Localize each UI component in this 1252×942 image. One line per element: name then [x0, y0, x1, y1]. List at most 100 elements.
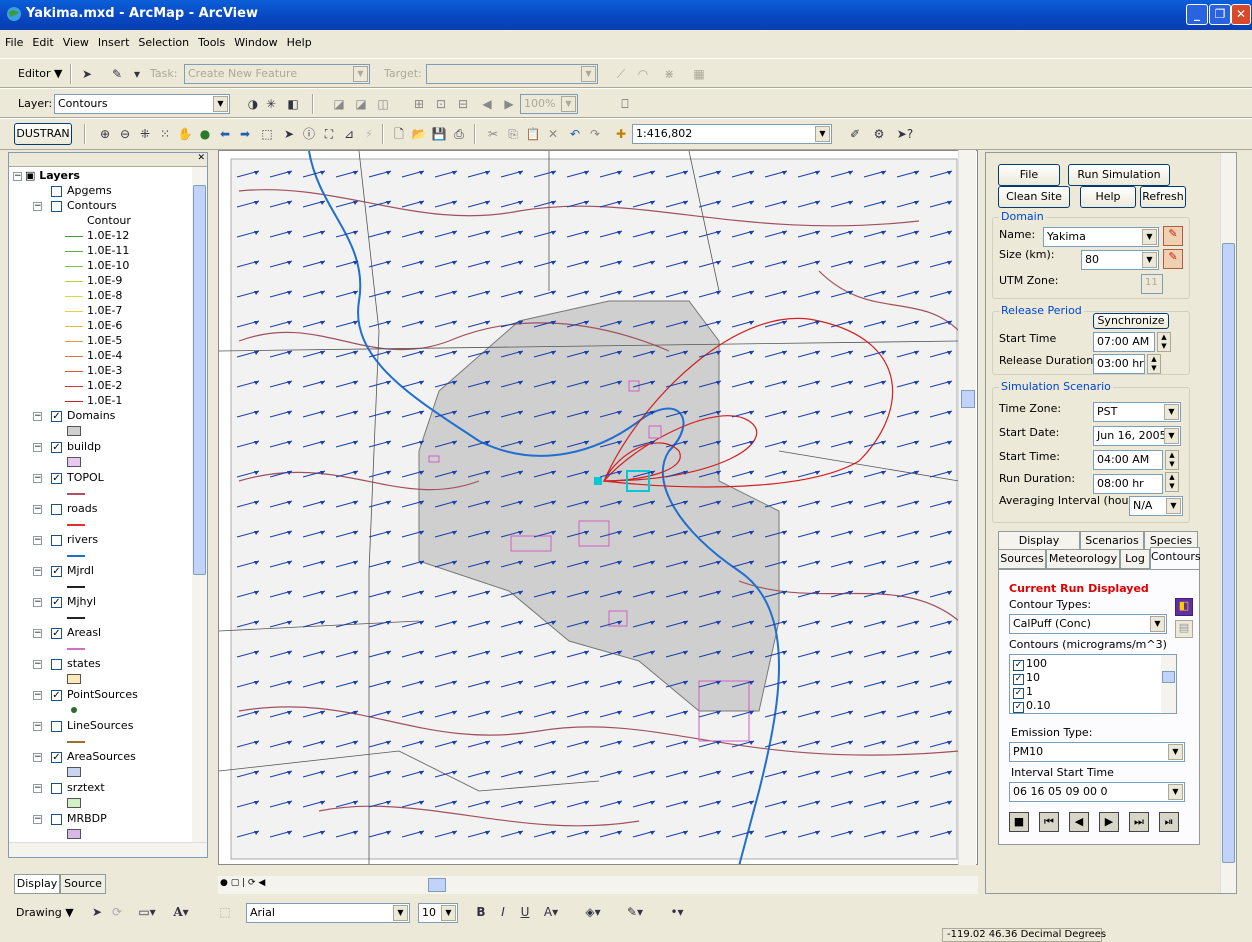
transparency-icon[interactable]: ◧: [284, 95, 302, 113]
layer-name[interactable]: LineSources: [67, 719, 133, 732]
collapse-icon[interactable]: −: [33, 784, 42, 793]
contour-level-item[interactable]: ✓ 10: [1013, 671, 1040, 685]
last-frame-icon[interactable]: ⏭: [1129, 812, 1149, 832]
fill-color-icon[interactable]: ◈▾: [584, 903, 602, 921]
redo-icon[interactable]: ↷: [586, 125, 604, 143]
full-extent-icon[interactable]: ●: [196, 125, 214, 143]
forward-icon[interactable]: ➡: [236, 125, 254, 143]
layer-checkbox[interactable]: [51, 814, 62, 825]
edit-domain-icon[interactable]: ✎: [1163, 226, 1183, 246]
contour-level-item[interactable]: ✓ 100: [1013, 657, 1047, 671]
new-icon[interactable]: 🗋: [390, 125, 408, 143]
layer-name[interactable]: MRBDP: [67, 812, 107, 825]
interval-start-combo[interactable]: 06 16 05 09 00 0 ▼: [1009, 782, 1185, 802]
layer-name[interactable]: Mjhyl: [67, 595, 96, 608]
source-point[interactable]: [594, 477, 602, 485]
copy-icon[interactable]: ⎘: [504, 125, 522, 143]
collapse-icon[interactable]: −: [33, 598, 42, 607]
menu-selection[interactable]: Selection: [133, 32, 193, 49]
tab-display[interactable]: Display: [14, 874, 60, 894]
measure-icon[interactable]: ⊿: [340, 125, 358, 143]
domain-size-combo[interactable]: 80 ▼: [1081, 250, 1159, 270]
collapse-icon[interactable]: −: [33, 412, 42, 421]
layer-name[interactable]: Contours: [67, 199, 117, 212]
pan-icon[interactable]: ✋: [176, 125, 194, 143]
scroll-thumb[interactable]: [961, 390, 975, 408]
layer-checkbox[interactable]: ✓: [51, 411, 62, 422]
georef-icon-5[interactable]: ⊡: [432, 95, 450, 113]
restore-button[interactable]: ❐: [1209, 4, 1231, 25]
release-duration-spinner[interactable]: ▲ ▼: [1147, 354, 1161, 374]
georef-icon-7[interactable]: ◀: [478, 95, 496, 113]
zoom-in-icon[interactable]: ⊕: [96, 125, 114, 143]
layer-name[interactable]: TOPOL: [67, 471, 104, 484]
layer-name[interactable]: Apgems: [67, 184, 112, 197]
layer-name[interactable]: PointSources: [67, 688, 138, 701]
line-color-icon[interactable]: ✎▾: [626, 903, 644, 921]
start-date-combo[interactable]: Jun 16, 2005 ▼: [1093, 426, 1181, 446]
drawing-menu[interactable]: Drawing ▼: [16, 906, 74, 919]
stop-icon[interactable]: ■: [1009, 812, 1029, 832]
contrast-icon[interactable]: ◑: [244, 95, 262, 113]
whats-this-icon[interactable]: ➤?: [896, 125, 914, 143]
edit-vertices-icon[interactable]: ⬚: [216, 903, 234, 921]
data-view-icon[interactable]: ● ▢ | ⟳ ◀: [220, 878, 265, 888]
layer-name[interactable]: roads: [67, 502, 97, 515]
arctoolbox-icon[interactable]: ⚙: [870, 125, 888, 143]
map-canvas[interactable]: [219, 151, 978, 865]
layer-name[interactable]: AreaSources: [67, 750, 136, 763]
tab-log[interactable]: Log: [1120, 549, 1150, 569]
layer-checkbox[interactable]: ✓: [51, 473, 62, 484]
dustran-button[interactable]: DUSTRAN: [14, 123, 72, 145]
layers-root[interactable]: ▣ Layers: [25, 169, 80, 182]
editor-toolbar-icon[interactable]: ✐: [846, 125, 864, 143]
scale-combo[interactable]: 1:416,802 ▼: [632, 124, 832, 144]
collapse-icon[interactable]: −: [33, 722, 42, 731]
select-elements-icon[interactable]: ➤: [88, 903, 106, 921]
collapse-icon[interactable]: −: [33, 629, 42, 638]
layer-checkbox[interactable]: [51, 783, 62, 794]
cut-icon[interactable]: ✂: [484, 125, 502, 143]
next-frame-icon[interactable]: ▶: [1099, 812, 1119, 832]
hyperlink-icon[interactable]: ⚡: [360, 125, 378, 143]
italic-icon[interactable]: I: [494, 903, 512, 921]
release-duration-field[interactable]: 03:00 hr: [1093, 354, 1145, 374]
layer-checkbox[interactable]: ✓: [51, 566, 62, 577]
paste-icon[interactable]: 📋: [524, 125, 542, 143]
file-button[interactable]: File: [998, 164, 1060, 186]
underline-icon[interactable]: U: [516, 903, 534, 921]
close-icon[interactable]: ✕: [197, 153, 205, 163]
fixed-zoom-in-icon[interactable]: ⁜: [136, 125, 154, 143]
layer-name[interactable]: rivers: [67, 533, 98, 546]
sketch-tool-icon[interactable]: ✎: [108, 65, 126, 83]
edit-tool-icon[interactable]: ➤: [78, 65, 96, 83]
scroll-thumb[interactable]: [1222, 243, 1235, 863]
tab-source[interactable]: Source: [60, 874, 106, 894]
map-hscrollbar[interactable]: ● ▢ | ⟳ ◀: [218, 876, 978, 894]
layer-checkbox[interactable]: ✓: [51, 628, 62, 639]
tab-contours[interactable]: Contours: [1150, 547, 1201, 569]
georef-icon-2[interactable]: ◪: [352, 95, 370, 113]
contour-level-item[interactable]: ✓ 0.10: [1013, 699, 1051, 713]
domain-name-combo[interactable]: Yakima ▼: [1043, 227, 1159, 247]
save-icon[interactable]: 💾: [430, 125, 448, 143]
georef-icon-8[interactable]: ▶: [500, 95, 518, 113]
undo-icon[interactable]: ↶: [566, 125, 584, 143]
layer-checkbox[interactable]: [51, 659, 62, 670]
previous-frame-icon[interactable]: ◀: [1069, 812, 1089, 832]
georef-icon-4[interactable]: ⊞: [410, 95, 428, 113]
zoom-out-icon[interactable]: ⊖: [116, 125, 134, 143]
collapse-icon[interactable]: −: [33, 660, 42, 669]
arc-segment-icon[interactable]: ◠: [634, 65, 652, 83]
bold-icon[interactable]: B: [472, 903, 490, 921]
menu-insert[interactable]: Insert: [93, 32, 134, 49]
layer-checkbox[interactable]: ✓: [51, 690, 62, 701]
tab-display-options[interactable]: Display Options: [998, 531, 1080, 565]
layer-checkbox[interactable]: [51, 504, 62, 515]
identify-icon[interactable]: ⓘ: [300, 125, 318, 143]
contour-type-combo[interactable]: CalPuff (Conc) ▼: [1009, 614, 1167, 634]
edit-size-icon[interactable]: ✎: [1163, 249, 1183, 269]
layer-checkbox[interactable]: [51, 201, 62, 212]
layer-checkbox[interactable]: ✓: [51, 597, 62, 608]
layer-name[interactable]: Mjrdl: [67, 564, 94, 577]
